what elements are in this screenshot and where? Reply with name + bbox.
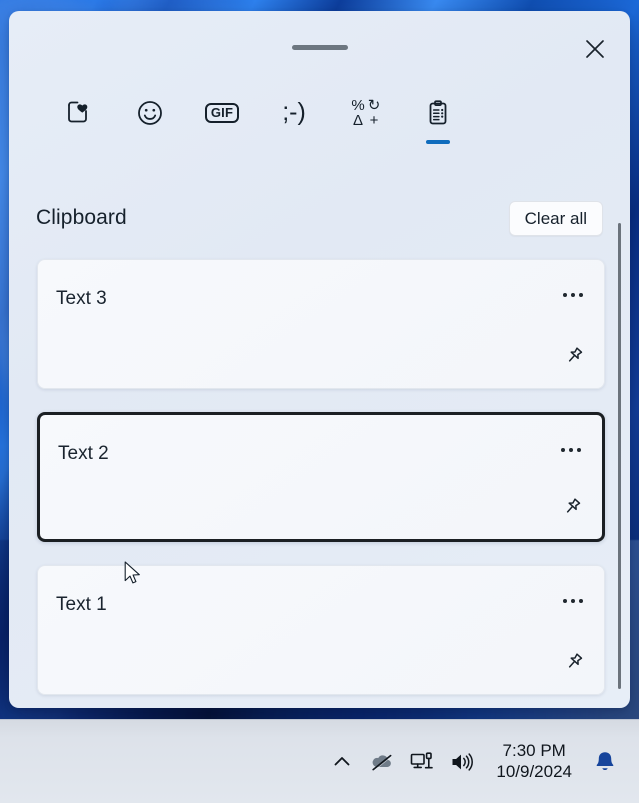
more-dot (577, 448, 581, 452)
pin-icon (566, 498, 581, 513)
symbols-glyph-percent: % (351, 97, 365, 114)
symbols-icon-grid: % ↻ Δ + (350, 98, 382, 128)
clipboard-item-more-button[interactable] (554, 437, 588, 463)
clipboard-section-header: Clipboard Clear all (9, 192, 630, 244)
clipboard-item-text: Text 1 (56, 594, 107, 615)
tab-underline-active (426, 140, 450, 144)
clipboard-item-selected[interactable]: Text 2 (37, 412, 605, 542)
symbols-glyph-delta: Δ (352, 112, 364, 129)
tab-strip: GIF ;-) % ↻ Δ + (9, 93, 630, 165)
chevron-up-icon (334, 756, 350, 765)
taskbar: 7:30 PM 10/9/2024 (0, 719, 639, 803)
tab-emoji[interactable] (128, 93, 172, 149)
page-title: Clipboard (36, 206, 127, 229)
clipboard-item[interactable]: Text 1 (37, 565, 605, 695)
ethernet-network-icon (411, 751, 434, 768)
tab-underline (354, 140, 378, 144)
emoji-clipboard-flyout: GIF ;-) % ↻ Δ + Clipboard Clear all Text… (9, 11, 630, 708)
more-dot (571, 599, 575, 603)
close-button[interactable] (573, 27, 617, 71)
drag-handle[interactable] (291, 45, 348, 50)
clipboard-item-pin-button[interactable] (555, 491, 589, 525)
clock-time: 7:30 PM (502, 741, 566, 761)
heart-square-icon (63, 93, 93, 133)
symbols-icon: % ↻ Δ + (350, 93, 382, 133)
close-icon (586, 40, 604, 58)
clock[interactable]: 7:30 PM 10/9/2024 (482, 741, 584, 781)
tab-kaomoji[interactable]: ;-) (272, 93, 316, 149)
clipboard-item[interactable]: Text 3 (37, 259, 605, 389)
kaomoji-icon: ;-) (282, 93, 306, 133)
clipboard-item-more-button[interactable] (556, 588, 590, 614)
gif-icon: GIF (204, 93, 240, 133)
clipboard-list: Text 3 Text 2 Text 1 (9, 251, 630, 708)
more-dot (571, 293, 575, 297)
scrollbar-thumb[interactable] (618, 223, 621, 689)
tab-clipboard[interactable] (416, 93, 460, 149)
network-button[interactable] (402, 733, 442, 791)
show-hidden-icons-button[interactable] (322, 733, 362, 791)
tab-recently-used[interactable] (56, 93, 100, 149)
clipboard-item-text: Text 3 (56, 288, 107, 309)
more-dot (563, 293, 567, 297)
bell-icon (596, 751, 614, 770)
tab-symbols[interactable]: % ↻ Δ + (344, 93, 388, 149)
tab-underline (138, 140, 162, 144)
more-dot (579, 599, 583, 603)
more-dot (579, 293, 583, 297)
onedrive-button[interactable] (362, 733, 402, 791)
screen: GIF ;-) % ↻ Δ + Clipboard Clear all Text… (0, 0, 639, 803)
kaomoji-icon-label: ;-) (282, 97, 306, 126)
clipboard-icon (423, 93, 453, 133)
onedrive-offline-icon (372, 754, 393, 771)
tab-underline (66, 140, 90, 144)
gif-icon-label: GIF (204, 103, 240, 123)
volume-button[interactable] (442, 733, 482, 791)
clipboard-item-pin-button[interactable] (557, 340, 591, 374)
symbols-glyph-plus: + (369, 112, 379, 129)
list-scrollbar[interactable] (618, 223, 622, 689)
pin-icon (568, 653, 583, 668)
clipboard-item-pin-button[interactable] (557, 646, 591, 680)
smiley-face-icon (135, 93, 165, 133)
clipboard-item-text: Text 2 (58, 443, 109, 464)
clock-date: 10/9/2024 (496, 761, 572, 781)
tab-underline (282, 140, 306, 144)
clear-all-button[interactable]: Clear all (508, 200, 603, 236)
notifications-button[interactable] (584, 733, 626, 791)
symbols-glyph-refresh: ↻ (367, 97, 381, 114)
more-dot (569, 448, 573, 452)
clipboard-item-more-button[interactable] (556, 282, 590, 308)
speaker-volume-icon (452, 752, 474, 771)
tab-underline (210, 140, 234, 144)
pin-icon (568, 347, 583, 362)
tab-gif[interactable]: GIF (200, 93, 244, 149)
more-dot (563, 599, 567, 603)
more-dot (561, 448, 565, 452)
